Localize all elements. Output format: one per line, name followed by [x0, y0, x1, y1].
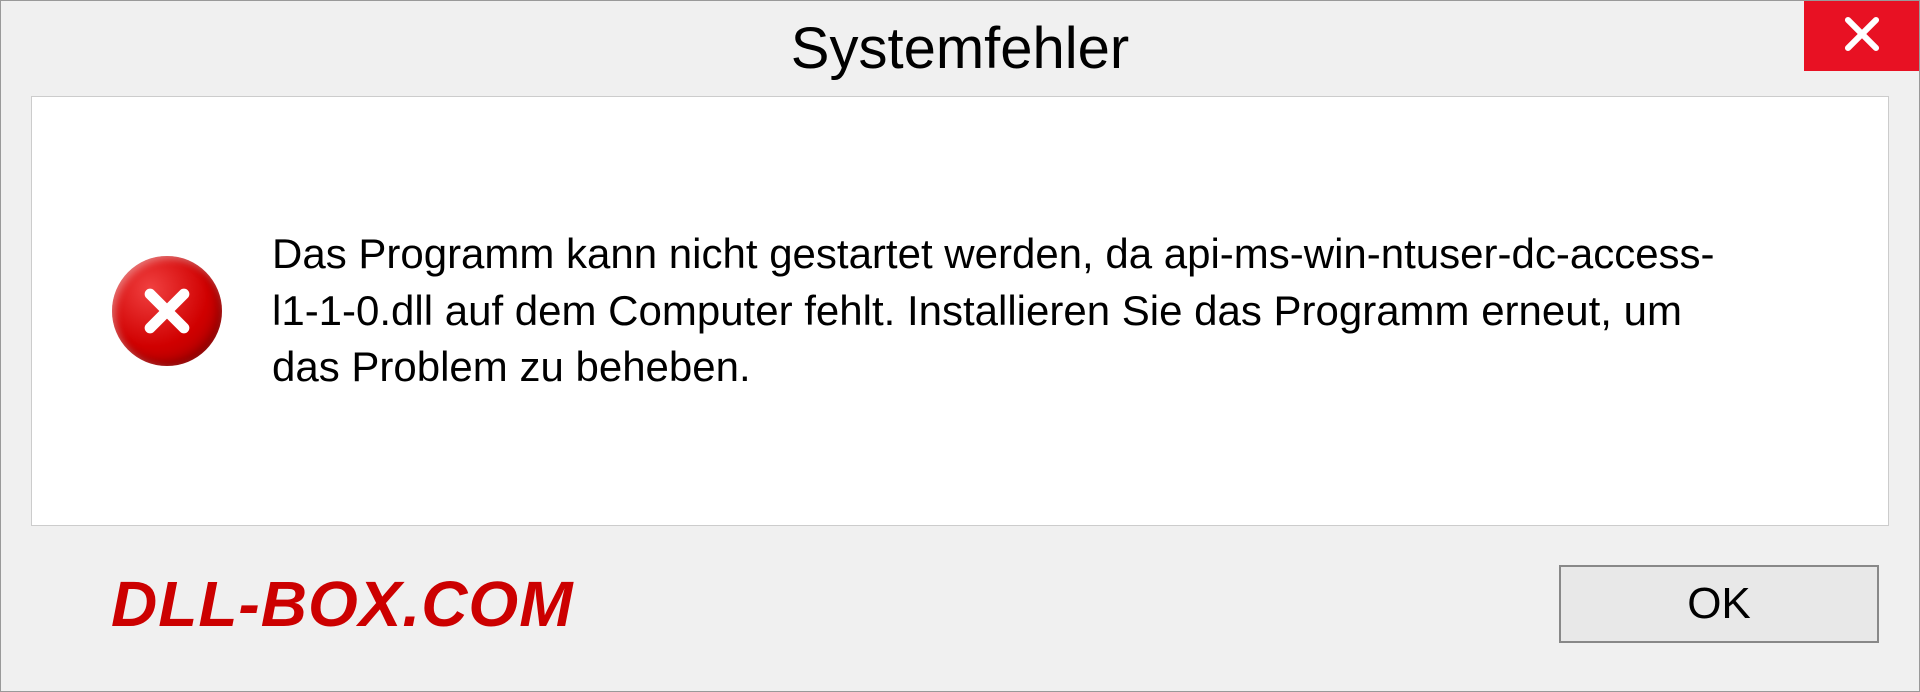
- error-message: Das Programm kann nicht gestartet werden…: [272, 226, 1752, 396]
- ok-button[interactable]: OK: [1559, 565, 1879, 643]
- dialog-content: Das Programm kann nicht gestartet werden…: [31, 96, 1889, 526]
- dialog-title: Systemfehler: [791, 15, 1129, 82]
- error-dialog: Systemfehler Das Programm kann nicht ges…: [0, 0, 1920, 692]
- watermark-text: DLL-BOX.COM: [111, 567, 574, 641]
- dialog-footer: DLL-BOX.COM OK: [1, 556, 1919, 691]
- close-icon: [1841, 13, 1883, 60]
- error-icon-container: [112, 256, 222, 366]
- error-icon: [112, 256, 222, 366]
- titlebar: Systemfehler: [1, 1, 1919, 96]
- close-button[interactable]: [1804, 1, 1919, 71]
